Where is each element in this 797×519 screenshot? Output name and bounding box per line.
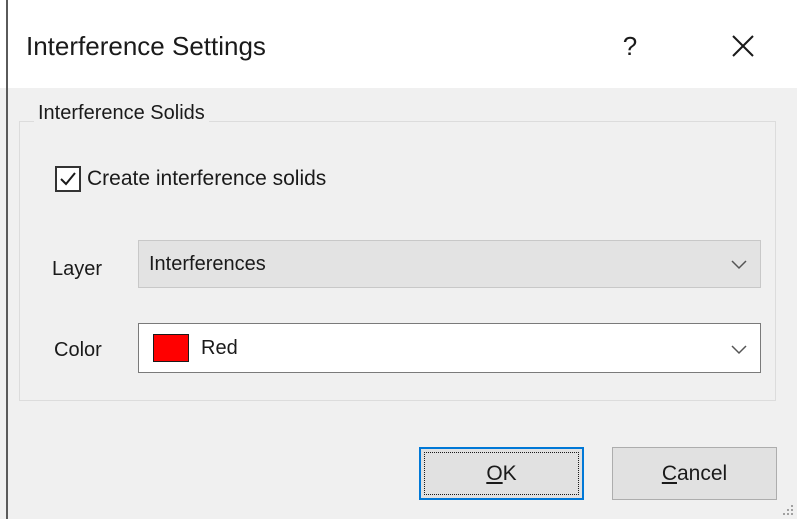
layer-selected-value: Interferences [149,253,266,275]
focus-ring [424,452,579,495]
ok-button[interactable]: OK [419,447,584,500]
resize-grip-icon[interactable] [781,503,795,517]
layer-dropdown[interactable]: Interferences [138,240,761,288]
chevron-down-icon [731,345,747,355]
close-icon [732,35,754,57]
color-selected-value: Red [201,337,238,359]
checkbox-label: Create interference solids [87,167,327,190]
chevron-down-icon [731,260,747,270]
checkbox-box[interactable] [55,166,81,192]
layer-label: Layer [52,258,103,280]
create-interference-solids-checkbox[interactable]: Create interference solids [55,164,326,194]
cancel-button[interactable]: Cancel [612,447,777,500]
help-icon: ? [622,30,638,61]
color-label: Color [54,339,102,361]
close-button[interactable] [715,24,771,68]
window-left-border [6,0,8,519]
title-bar[interactable]: Interference Settings ? [0,0,797,88]
window-title: Interference Settings [26,31,266,61]
help-button[interactable]: ? [605,24,655,68]
interference-settings-dialog: Interference Settings ? Interference Sol… [0,0,797,519]
color-dropdown[interactable]: Red [138,323,761,373]
group-legend: Interference Solids [34,99,209,127]
cancel-button-label: Cancel [661,461,728,485]
checkmark-icon [60,172,76,186]
color-swatch [153,334,189,362]
